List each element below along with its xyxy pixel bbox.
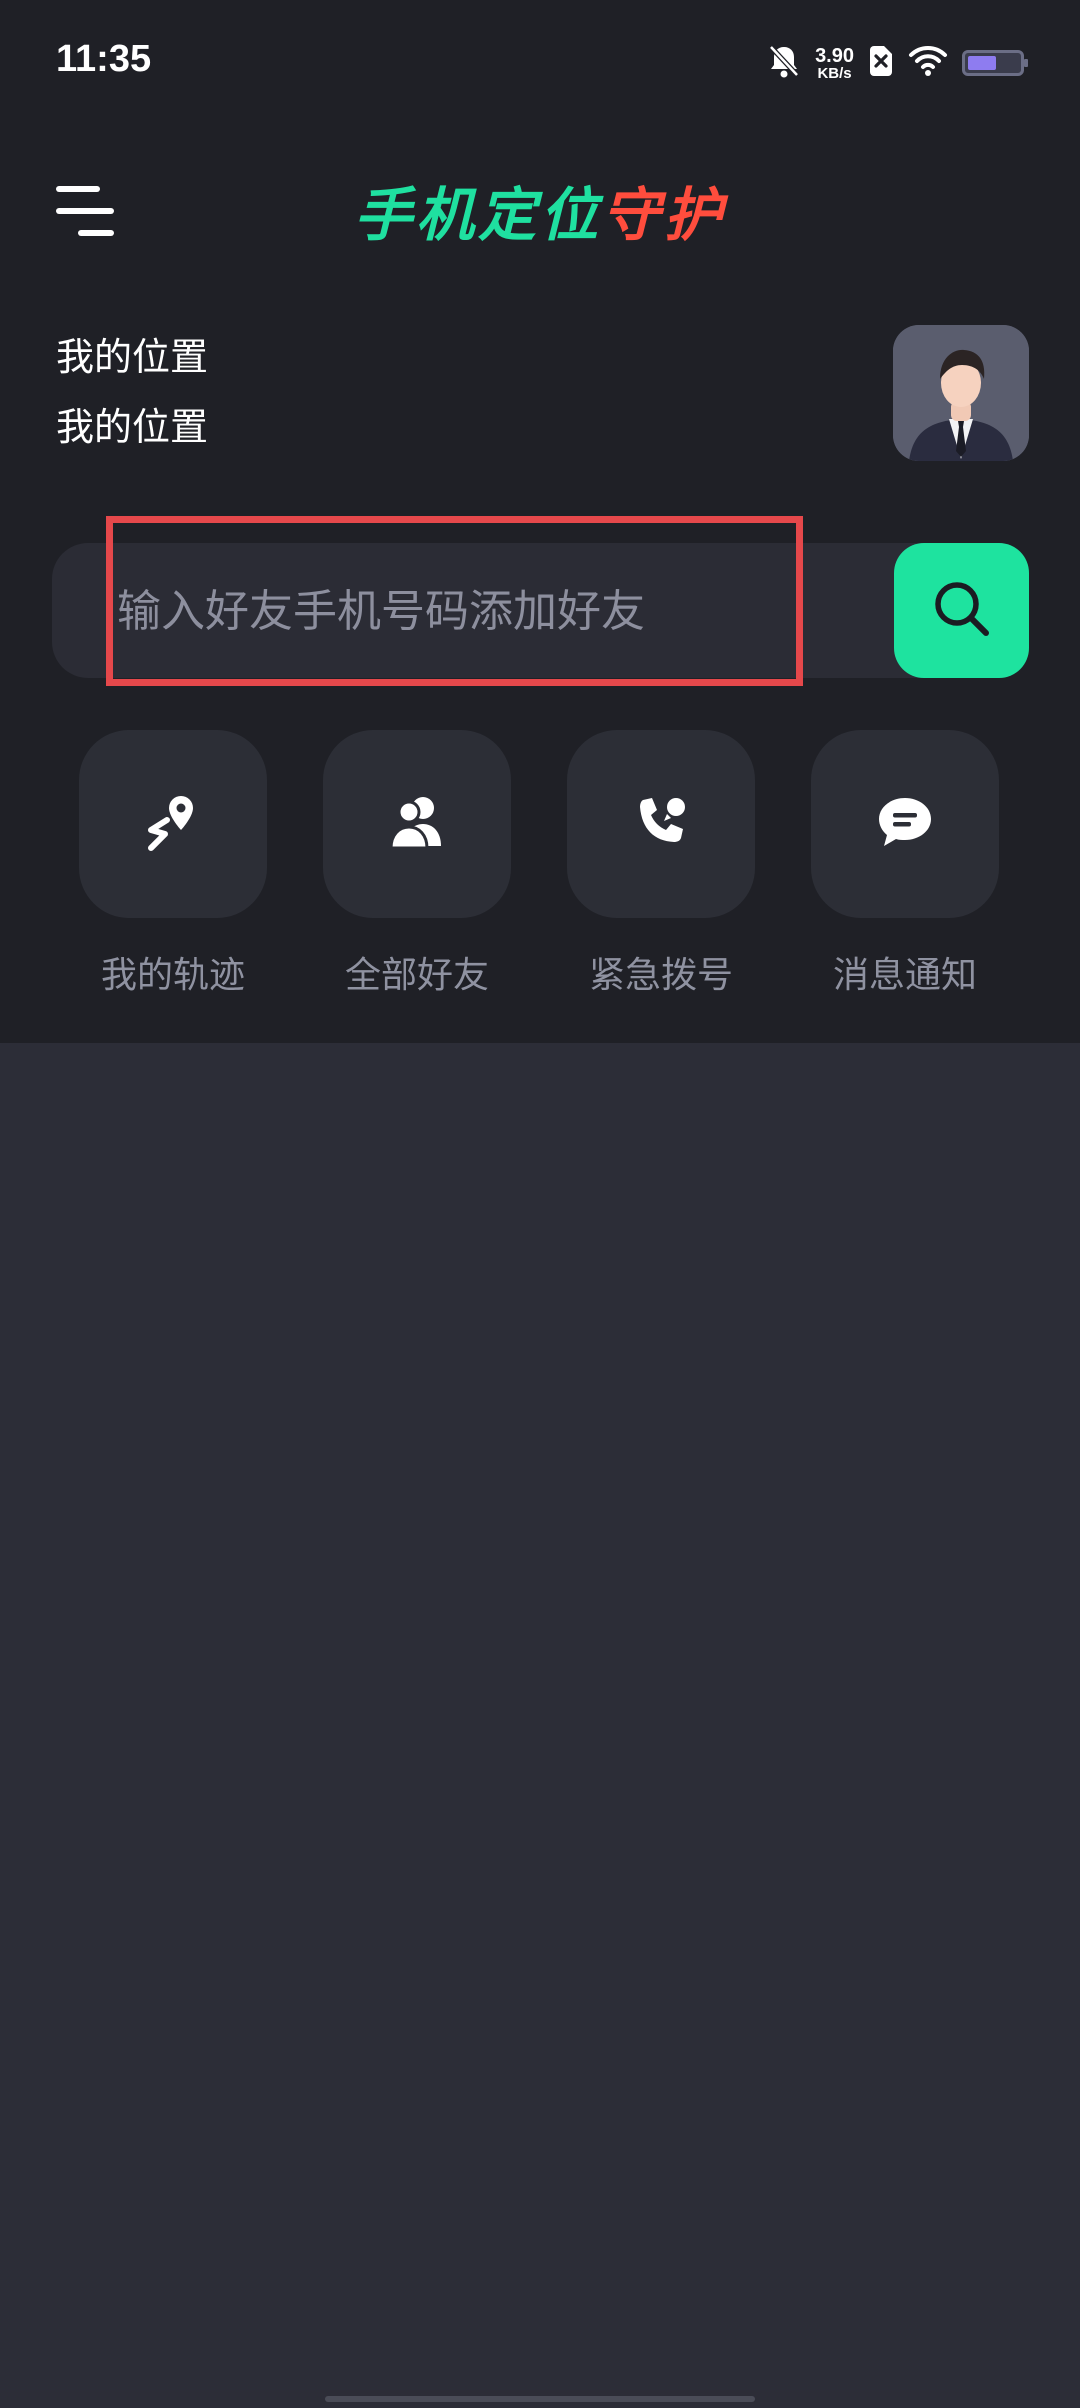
action-emergency-dial[interactable]: 紧急拨号 (567, 730, 755, 998)
action-label: 全部好友 (344, 955, 489, 996)
bell-off-icon (767, 43, 801, 83)
action-label: 紧急拨号 (588, 955, 733, 996)
net-speed-value: 3.90 (815, 44, 854, 67)
app-title: 手机定位守护 (0, 168, 1080, 252)
location-track-icon (141, 790, 205, 858)
status-icons: 3.90 KB/s (767, 38, 1028, 88)
app-title-green: 手机定位 (353, 181, 602, 249)
battery-icon (962, 50, 1028, 76)
action-tile[interactable] (79, 730, 267, 918)
search-input[interactable] (115, 543, 799, 680)
my-location-label: 我的位置 (56, 335, 209, 379)
action-label: 我的轨迹 (100, 955, 245, 996)
action-label: 消息通知 (832, 955, 977, 996)
home-indicator[interactable] (325, 2396, 755, 2402)
action-my-track[interactable]: 我的轨迹 (79, 730, 267, 998)
wifi-icon (908, 45, 948, 81)
phone-call-icon (629, 790, 693, 858)
action-tile[interactable] (567, 730, 755, 918)
my-location-value: 我的位置 (56, 405, 209, 449)
friends-icon (385, 790, 449, 858)
search-icon (930, 577, 994, 645)
net-speed-unit: KB/s (817, 64, 852, 82)
app-title-red: 守护 (602, 181, 727, 249)
action-tile[interactable] (811, 730, 999, 918)
message-icon (873, 790, 937, 858)
avatar[interactable] (893, 325, 1029, 461)
action-all-friends[interactable]: 全部好友 (323, 730, 511, 998)
status-time: 11:35 (56, 38, 152, 80)
action-tile[interactable] (323, 730, 511, 918)
action-notifications[interactable]: 消息通知 (811, 730, 999, 998)
search-button[interactable] (894, 543, 1029, 678)
net-speed: 3.90 KB/s (815, 46, 854, 81)
sim-off-icon (868, 44, 894, 82)
